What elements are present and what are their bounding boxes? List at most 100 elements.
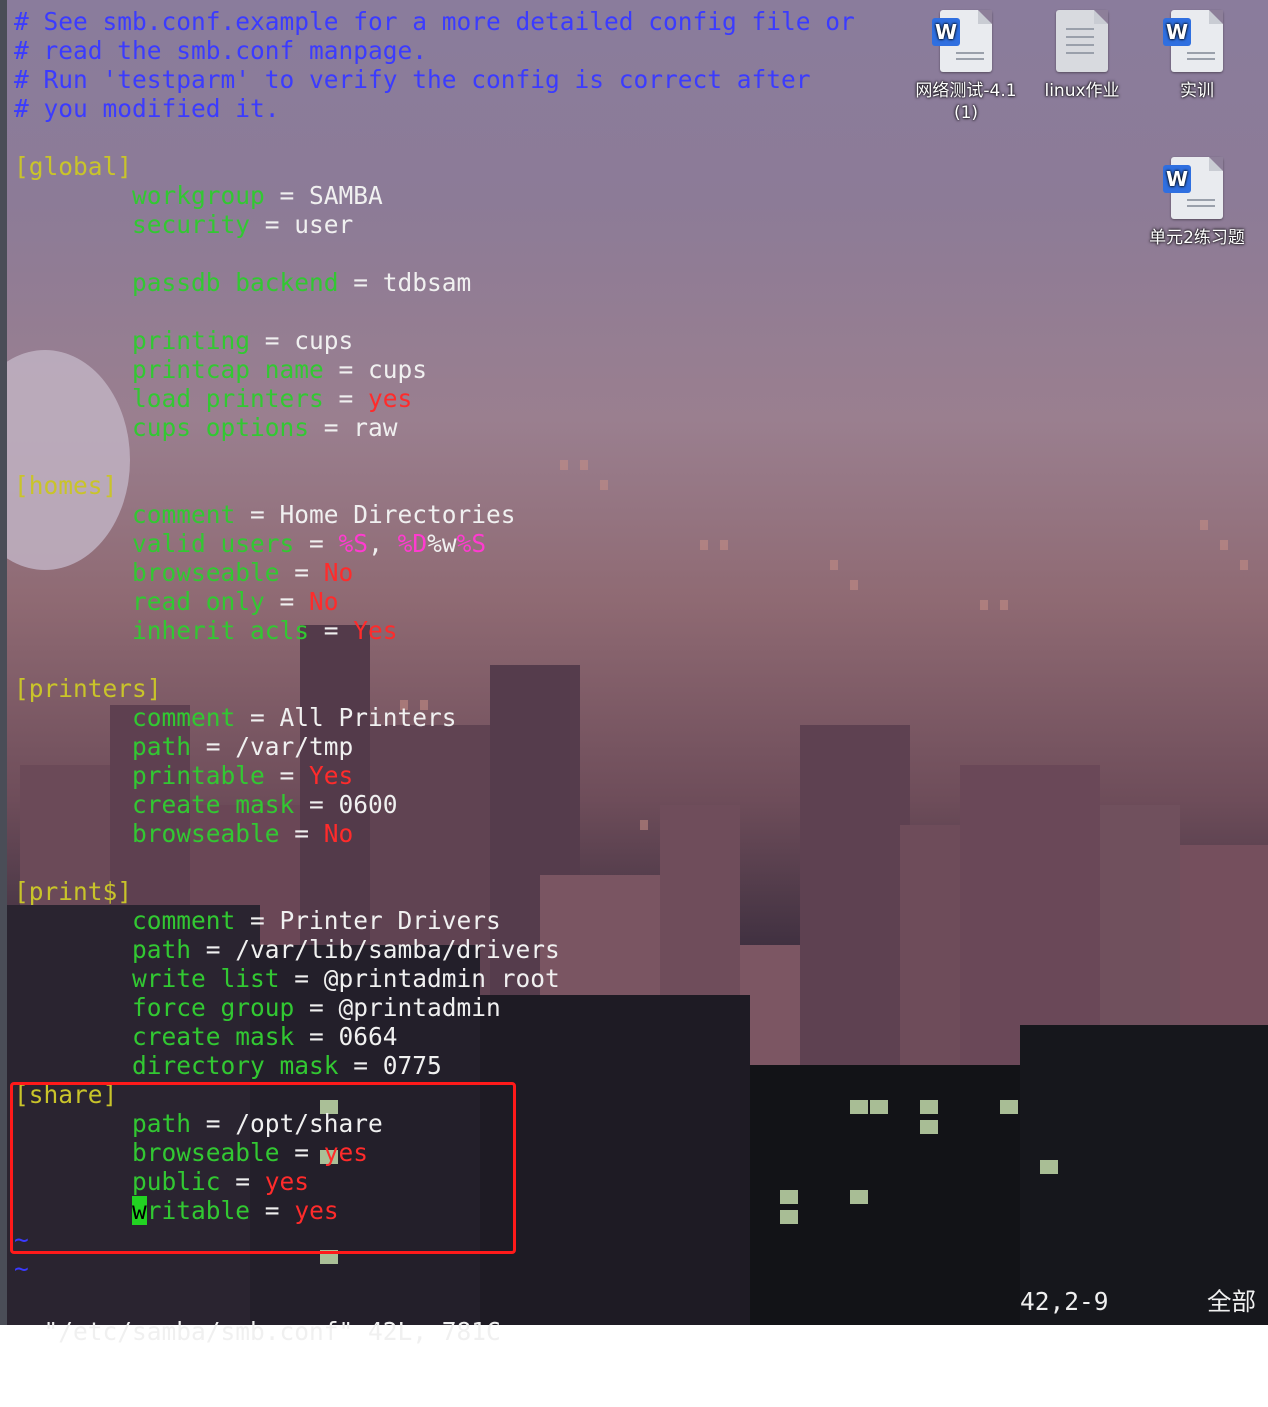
equals-sign: =: [264, 181, 310, 210]
editor-line[interactable]: printable = Yes: [14, 761, 1268, 790]
desktop-icon-linux-homework[interactable]: linux作业: [1027, 10, 1137, 102]
word-doc-icon: W: [1163, 10, 1223, 72]
editor-line[interactable]: [printers]: [14, 674, 1268, 703]
status-scroll-indicator: 全部: [1207, 1287, 1256, 1316]
config-value: Home Directories: [279, 500, 516, 529]
editor-line[interactable]: [homes]: [14, 471, 1268, 500]
config-key: comment: [132, 703, 236, 732]
comment-text: # you modified it.: [14, 94, 280, 123]
config-value: 0664: [338, 1022, 398, 1051]
config-key: browseable: [132, 819, 280, 848]
editor-line[interactable]: printing = cups: [14, 326, 1268, 355]
config-key: path: [132, 935, 192, 964]
equals-sign: =: [294, 790, 339, 819]
config-key: comment: [132, 906, 236, 935]
equals-sign: =: [294, 1022, 339, 1051]
config-value-part: %S: [338, 529, 369, 558]
editor-line[interactable]: create mask = 0664: [14, 1022, 1268, 1051]
editor-line[interactable]: load printers = yes: [14, 384, 1268, 413]
config-value: cups: [368, 355, 428, 384]
equals-sign: =: [279, 964, 324, 993]
editor-line[interactable]: [14, 645, 1268, 674]
config-value: Yes: [309, 761, 354, 790]
desktop-icon-unit2-exercises[interactable]: W 单元2练习题: [1142, 157, 1252, 249]
config-key: comment: [132, 500, 236, 529]
editor-line[interactable]: [14, 239, 1268, 268]
editor-line[interactable]: ~: [14, 1254, 1268, 1283]
editor-line[interactable]: write list = @printadmin root: [14, 964, 1268, 993]
config-value: All Printers: [279, 703, 457, 732]
section-header: [global]: [14, 152, 133, 181]
vim-status-line: "/etc/samba/smb.conf" 42L, 781C 42,2-9 全…: [14, 1287, 1268, 1346]
config-key: directory mask: [132, 1051, 339, 1080]
config-value-part: %S: [456, 529, 487, 558]
equals-sign: =: [338, 268, 383, 297]
config-key: cups options: [132, 413, 310, 442]
editor-line[interactable]: force group = @printadmin: [14, 993, 1268, 1022]
config-value: @printadmin root: [323, 964, 560, 993]
desktop-icon-practical-training[interactable]: W 实训: [1142, 10, 1252, 102]
editor-line[interactable]: security = user: [14, 210, 1268, 239]
equals-sign: =: [235, 500, 280, 529]
status-file-info: "/etc/samba/smb.conf" 42L, 781C: [43, 1317, 501, 1346]
editor-line[interactable]: comment = Printer Drivers: [14, 906, 1268, 935]
config-value: Printer Drivers: [279, 906, 501, 935]
desktop-icon-label: linux作业: [1044, 81, 1120, 101]
config-key: security: [132, 210, 251, 239]
desktop-icon-network-test[interactable]: W 网络测试-4.1 (1): [911, 10, 1021, 124]
config-key: printable: [132, 761, 265, 790]
config-value-part: ,: [368, 529, 398, 558]
section-header: [printers]: [14, 674, 162, 703]
config-key: valid users: [132, 529, 295, 558]
config-value: tdbsam: [382, 268, 472, 297]
config-value-part: %w: [427, 529, 457, 558]
config-value: /var/tmp: [235, 732, 354, 761]
config-value: user: [294, 210, 354, 239]
editor-line[interactable]: comment = Home Directories: [14, 500, 1268, 529]
window-left-border: [0, 0, 7, 1325]
editor-line[interactable]: printcap name = cups: [14, 355, 1268, 384]
editor-line[interactable]: directory mask = 0775: [14, 1051, 1268, 1080]
text-doc-icon: [1056, 10, 1108, 72]
editor-line[interactable]: passdb backend = tdbsam: [14, 268, 1268, 297]
share-section-highlight: [10, 1082, 516, 1254]
editor-line[interactable]: inherit acls = Yes: [14, 616, 1268, 645]
editor-line[interactable]: comment = All Printers: [14, 703, 1268, 732]
editor-line[interactable]: path = /var/lib/samba/drivers: [14, 935, 1268, 964]
config-key: create mask: [132, 1022, 295, 1051]
desktop-icon-label: 网络测试-4.1 (1): [915, 81, 1017, 123]
editor-line[interactable]: cups options = raw: [14, 413, 1268, 442]
editor-line[interactable]: [14, 848, 1268, 877]
status-cursor-position: 42,2-9: [1020, 1287, 1109, 1316]
editor-line[interactable]: read only = No: [14, 587, 1268, 616]
editor-line[interactable]: [14, 442, 1268, 471]
editor-line[interactable]: path = /var/tmp: [14, 732, 1268, 761]
word-doc-icon: W: [932, 10, 992, 72]
equals-sign: =: [191, 732, 236, 761]
editor-line[interactable]: workgroup = SAMBA: [14, 181, 1268, 210]
config-value: /var/lib/samba/drivers: [235, 935, 560, 964]
editor-line[interactable]: [14, 297, 1268, 326]
config-value: 0775: [382, 1051, 442, 1080]
config-key: force group: [132, 993, 295, 1022]
config-key: printing: [132, 326, 251, 355]
editor-line[interactable]: browseable = No: [14, 819, 1268, 848]
editor-line[interactable]: [14, 123, 1268, 152]
editor-line[interactable]: [global]: [14, 152, 1268, 181]
editor-line[interactable]: [print$]: [14, 877, 1268, 906]
editor-line[interactable]: create mask = 0600: [14, 790, 1268, 819]
editor-line[interactable]: valid users = %S, %D%w%S: [14, 529, 1268, 558]
desktop-icon-label: 实训: [1180, 81, 1214, 101]
editor-line[interactable]: browseable = No: [14, 558, 1268, 587]
